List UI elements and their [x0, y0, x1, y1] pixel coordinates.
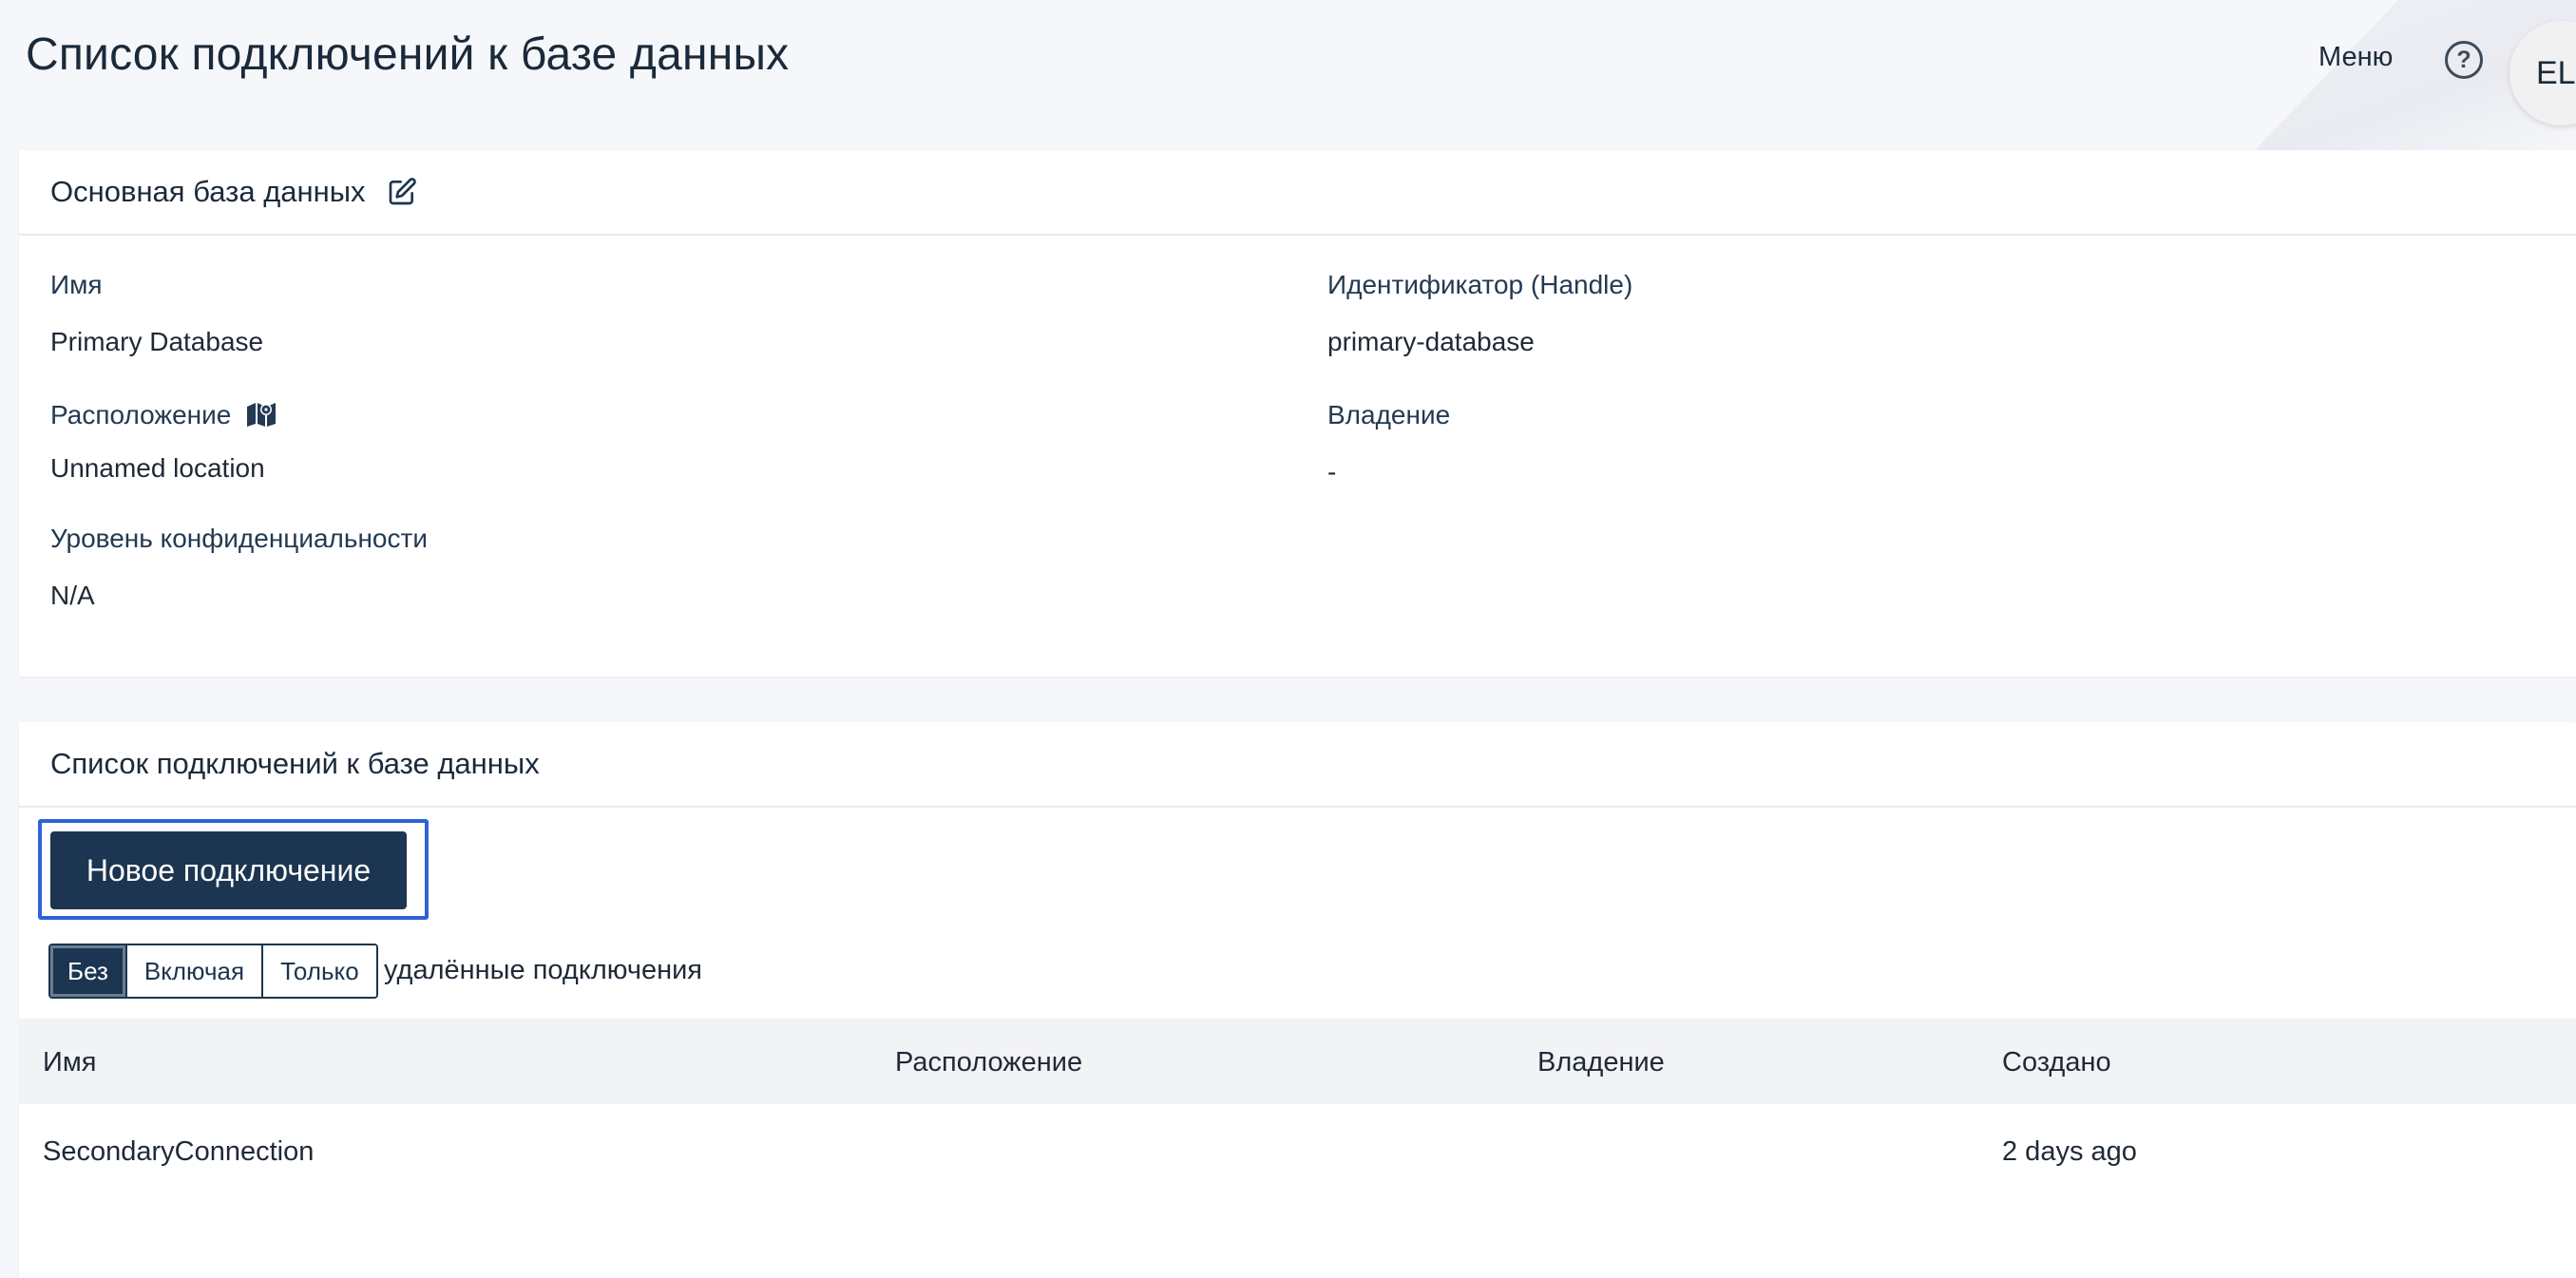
confidentiality-label: Уровень конфиденциальности [50, 524, 428, 553]
avatar[interactable]: EL [2509, 21, 2576, 125]
column-header-ownership[interactable]: Владение [1537, 1047, 1665, 1078]
connections-card: Список подключений к базе данных Новое п… [19, 722, 2576, 1278]
column-header-location[interactable]: Расположение [895, 1047, 1082, 1078]
column-header-name[interactable]: Имя [43, 1047, 97, 1078]
database-card-title: Основная база данных [50, 175, 366, 208]
edit-icon[interactable] [387, 177, 417, 207]
name-label: Имя [50, 270, 103, 299]
confidentiality-value: N/A [50, 581, 95, 610]
handle-value: primary-database [1327, 327, 1535, 356]
column-header-created[interactable]: Создано [2002, 1047, 2111, 1078]
page-header: Список подключений к базе данных Меню ? … [0, 0, 2576, 143]
new-connection-button[interactable]: Новое подключение [50, 831, 407, 909]
database-card-header: Основная база данных [19, 150, 2576, 236]
connections-card-header: Список подключений к базе данных [19, 722, 2576, 808]
deleted-filter-group: Без Включая Только [48, 944, 378, 999]
name-value: Primary Database [50, 327, 264, 356]
location-label-wrap: Расположение [50, 400, 277, 430]
location-label: Расположение [50, 400, 232, 429]
connections-card-title: Список подключений к базе данных [50, 747, 540, 780]
location-value: Unnamed location [50, 453, 265, 483]
filter-without[interactable]: Без [50, 945, 127, 997]
ownership-label: Владение [1327, 400, 1451, 429]
table-row[interactable]: SecondaryConnection 2 days ago [19, 1104, 2576, 1195]
handle-label: Идентификатор (Handle) [1327, 270, 1633, 299]
page-title: Список подключений к базе данных [26, 29, 790, 80]
help-icon[interactable]: ? [2445, 41, 2483, 79]
filter-suffix-label: удалённые подключения [384, 955, 703, 985]
database-card: Основная база данных Имя Primary Databas… [19, 150, 2576, 677]
menu-link[interactable]: Меню [2318, 42, 2393, 73]
filter-including[interactable]: Включая [126, 945, 264, 997]
connections-toolbar: Новое подключение Без Включая Только уда… [19, 808, 2576, 1019]
cell-created: 2 days ago [2002, 1136, 2137, 1167]
connections-table-header: Имя Расположение Владение Создано [19, 1019, 2576, 1104]
ownership-value: - [1327, 457, 1337, 486]
map-icon[interactable] [246, 401, 277, 428]
filter-only[interactable]: Только [263, 945, 376, 997]
cell-name[interactable]: SecondaryConnection [43, 1136, 314, 1168]
avatar-initials: EL [2536, 54, 2576, 91]
